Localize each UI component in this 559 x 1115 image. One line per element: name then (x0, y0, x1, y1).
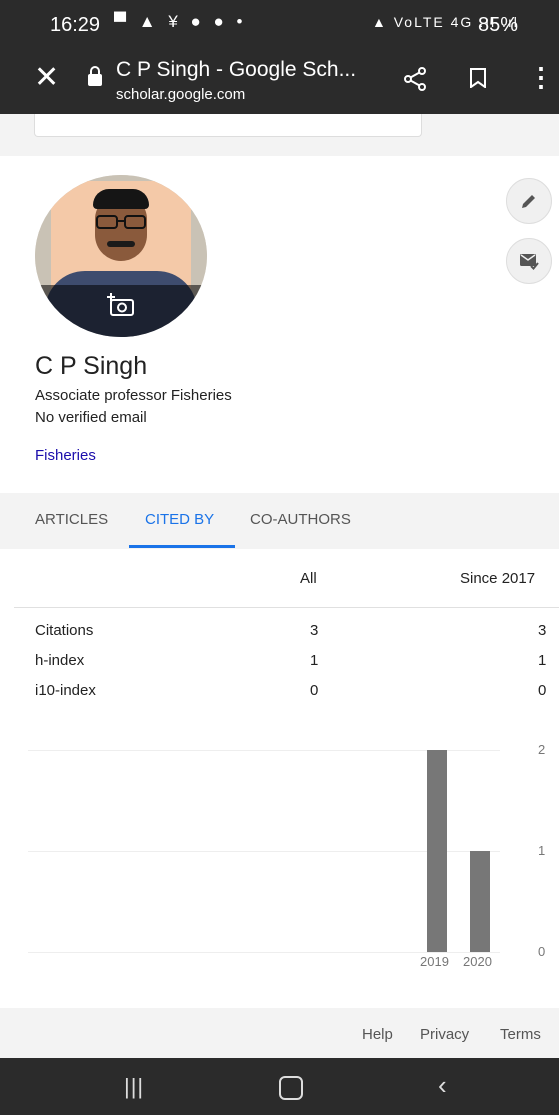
profile-name: C P Singh (35, 352, 148, 380)
bookmark-icon[interactable] (470, 68, 486, 88)
profile-tabs: ARTICLES CITED BY CO-AUTHORS (0, 493, 559, 549)
terms-link[interactable]: Terms (500, 1026, 541, 1043)
photo-mustache (107, 241, 135, 247)
top-strip (0, 114, 559, 156)
header-card (34, 114, 422, 137)
privacy-link[interactable]: Privacy (420, 1026, 469, 1043)
edit-profile-button[interactable] (506, 178, 552, 224)
column-header-since: Since 2017 (460, 570, 536, 587)
chart-y-tick-label: 2 (538, 742, 546, 757)
notification-icons: ▀ ▲ ¥ ● ● • (114, 12, 247, 31)
add-photo-icon[interactable] (107, 293, 135, 317)
chart-bar-2020[interactable] (470, 851, 490, 952)
row-value-all: 1 (310, 652, 319, 669)
interest-link[interactable]: Fisheries (35, 447, 96, 464)
row-value-since: 0 (538, 682, 547, 699)
row-label-h-index: h-index (35, 652, 85, 669)
page-url[interactable]: scholar.google.com (116, 86, 245, 103)
recents-icon[interactable]: ||| (124, 1074, 144, 1100)
chart-x-tick-label: 2020 (463, 954, 492, 969)
pencil-icon (522, 195, 535, 208)
photo-glasses (96, 215, 146, 229)
overflow-menu-icon[interactable]: ⋮ (528, 62, 554, 92)
system-nav-bar: ||| ‹ (0, 1058, 559, 1115)
status-time: 16:29 (50, 14, 101, 36)
active-tab-indicator (129, 545, 235, 548)
tab-co-authors[interactable]: CO-AUTHORS (250, 511, 351, 528)
row-label-citations: Citations (35, 622, 94, 639)
row-value-since: 1 (538, 652, 547, 669)
table-divider (14, 607, 559, 608)
share-icon[interactable] (402, 66, 428, 92)
mail-check-icon (520, 254, 539, 270)
chart-x-tick-label: 2019 (420, 954, 449, 969)
row-value-all: 0 (310, 682, 319, 699)
profile-email-status: No verified email (35, 409, 147, 426)
page-title[interactable]: C P Singh - Google Sch... (116, 58, 356, 82)
status-bar: 16:29 ▀ ▲ ¥ ● ● • ▲ VoLTE 4G .ıl .ıl 85% (0, 0, 559, 48)
browser-toolbar: ✕ C P Singh - Google Sch... scholar.goog… (0, 48, 559, 114)
page-footer: Help Privacy Terms (0, 1008, 559, 1058)
battery-level: 85% (478, 14, 519, 36)
profile-photo[interactable] (35, 175, 207, 337)
close-icon[interactable]: ✕ (34, 63, 59, 93)
verify-email-button[interactable] (506, 238, 552, 284)
tab-articles[interactable]: ARTICLES (35, 511, 108, 528)
lock-icon (88, 66, 102, 86)
home-icon[interactable] (279, 1076, 303, 1100)
column-header-all: All (300, 570, 317, 587)
back-icon[interactable]: ‹ (438, 1070, 447, 1101)
row-label-i10-index: i10-index (35, 682, 96, 699)
row-value-since: 3 (538, 622, 547, 639)
photo-hair (93, 189, 149, 209)
help-link[interactable]: Help (362, 1026, 393, 1043)
profile-affiliation: Associate professor Fisheries (35, 387, 232, 404)
chart-y-tick-label: 0 (538, 944, 546, 959)
tab-cited-by[interactable]: CITED BY (145, 511, 214, 528)
row-value-all: 3 (310, 622, 319, 639)
chart-gridline (28, 952, 500, 953)
chart-bar-2019[interactable] (427, 750, 447, 952)
citations-per-year-chart: 0 1 2 2019 2020 (0, 720, 559, 990)
chart-y-tick-label: 1 (538, 843, 546, 858)
